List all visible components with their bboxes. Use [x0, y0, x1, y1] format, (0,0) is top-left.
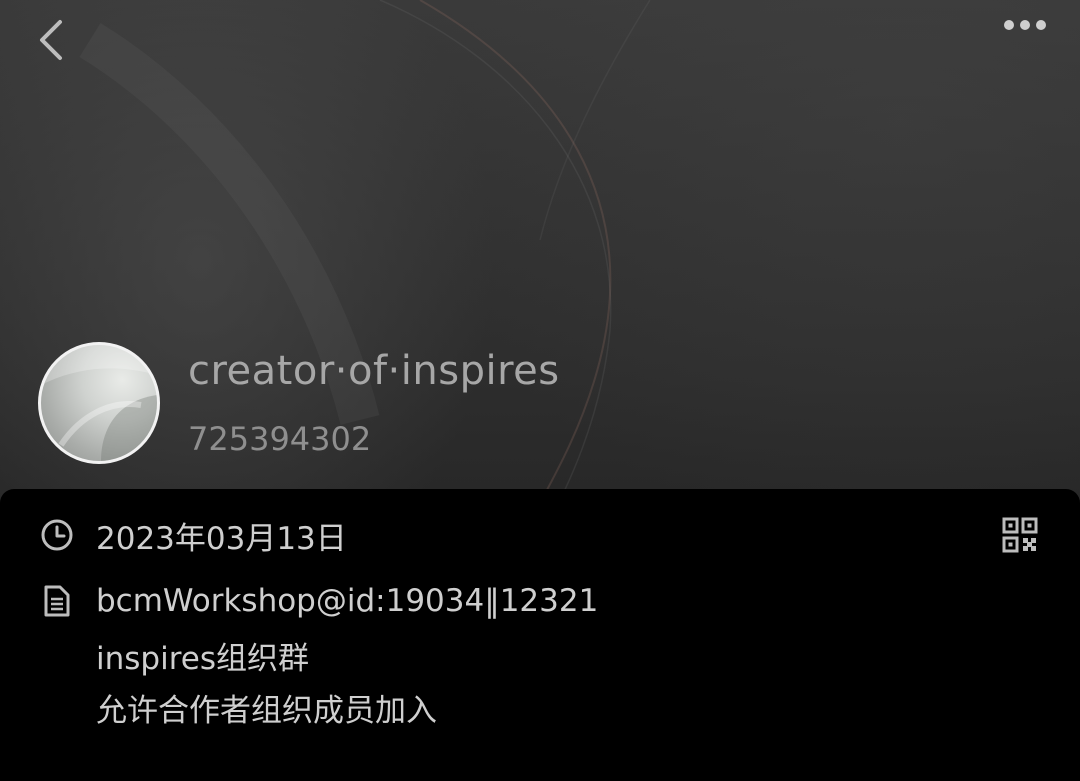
- qr-code-icon: [1002, 517, 1038, 553]
- cover-light-streaks: [79, 0, 651, 540]
- description-line-1: bcmWorkshop@id:19034‖12321: [96, 583, 599, 619]
- document-icon: [40, 584, 74, 618]
- qr-code-button[interactable]: [996, 511, 1044, 559]
- more-options-button[interactable]: [1002, 18, 1062, 78]
- created-date: 2023年03月13日: [96, 520, 347, 557]
- description-row: bcmWorkshop@id:19034‖12321: [40, 579, 598, 623]
- group-name: creator·of·inspires: [188, 348, 560, 394]
- avatar[interactable]: [38, 342, 160, 464]
- avatar-image: [41, 345, 157, 461]
- group-profile-screen: creator·of·inspires 725394302 2023年03月13…: [0, 0, 1080, 781]
- clock-icon: [40, 518, 74, 552]
- more-horizontal-icon: [1004, 20, 1046, 30]
- group-id: 725394302: [188, 420, 372, 458]
- description-line-2: inspires组织群: [96, 641, 309, 677]
- back-button[interactable]: [36, 18, 96, 78]
- description-line-3: 允许合作者组织成员加入: [96, 693, 437, 729]
- info-panel: 2023年03月13日 bcmWorkshop@id:19034‖12321 i…: [0, 489, 1080, 781]
- cover-image: creator·of·inspires 725394302: [0, 0, 1080, 540]
- created-date-row: 2023年03月13日: [40, 513, 347, 557]
- chevron-left-icon: [40, 20, 62, 60]
